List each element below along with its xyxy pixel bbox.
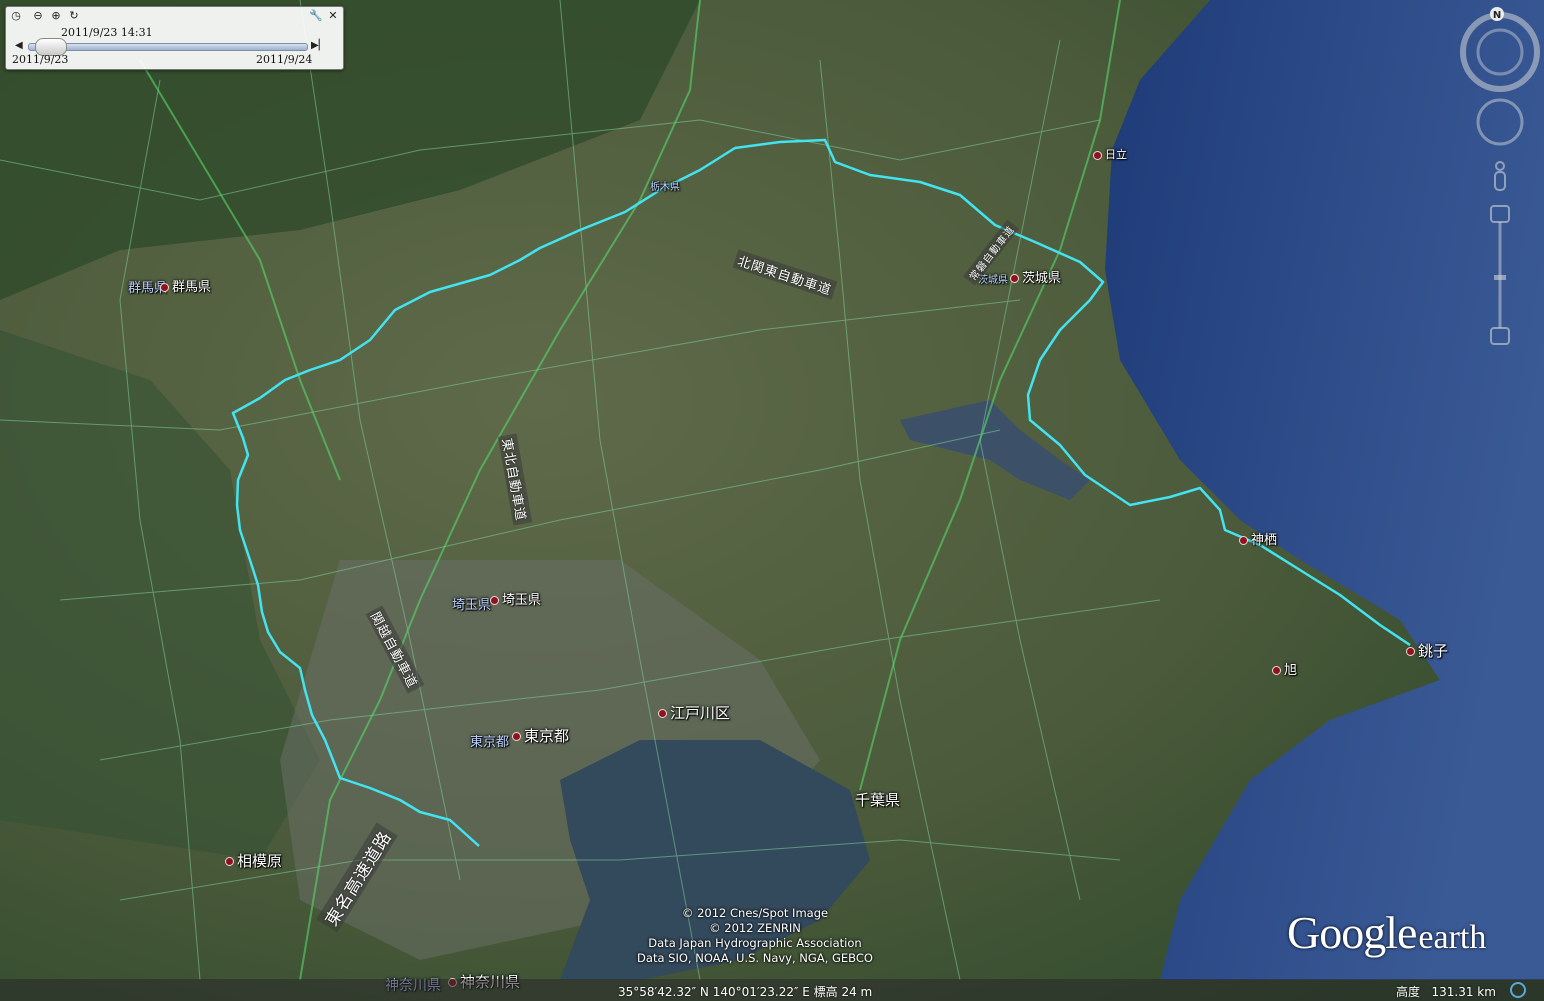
place-marker-icon <box>160 283 169 292</box>
sagamihara-label-text: 相模原 <box>237 852 283 870</box>
step-forward-icon[interactable]: ▶▏ <box>311 40 326 51</box>
clock-icon[interactable]: ◷ <box>10 10 22 22</box>
look-joystick[interactable] <box>1476 98 1524 146</box>
place-marker-icon <box>1406 647 1415 656</box>
navigation-controls[interactable]: N <box>1454 0 1544 360</box>
wrench-icon[interactable]: 🔧 <box>309 10 323 22</box>
place-marker-icon <box>512 732 521 741</box>
logo-earth-text: earth <box>1418 919 1487 956</box>
close-icon[interactable]: ✕ <box>327 10 339 22</box>
compass-north: N <box>1493 10 1501 21</box>
asahi-label[interactable]: 旭 <box>1272 659 1297 678</box>
tochigi-label: 栃木県 <box>650 182 680 193</box>
edogawa-label-text: 江戸川区 <box>670 704 731 722</box>
altitude-label: 高度 <box>1396 985 1421 999</box>
streaming-indicator-icon <box>1510 982 1526 998</box>
hitachi-label[interactable]: 日立 <box>1093 146 1127 162</box>
zoom-slider[interactable] <box>1490 205 1510 345</box>
gunma-label-text: 群馬県 <box>172 280 212 295</box>
logo-google-text: Google <box>1287 907 1417 958</box>
ibaraki-label-text: 茨城県 <box>1022 271 1062 286</box>
chiba-label: 千葉県 <box>855 791 901 809</box>
hitachi-label-text: 日立 <box>1105 148 1127 161</box>
kamisu-label[interactable]: 神栖 <box>1239 529 1277 548</box>
choshi-label-text: 銚子 <box>1418 642 1449 660</box>
credit-line: © 2012 Cnes/Spot Image <box>681 906 829 920</box>
coordinates-readout: 35°58′42.32″ N 140°01′23.22″ E 標高 24 m <box>618 985 873 999</box>
place-marker-icon <box>1093 150 1102 160</box>
saitama-label-text: 埼玉県 <box>502 593 542 608</box>
place-marker-icon <box>1272 666 1281 675</box>
altitude-readout: 高度 131.31 km <box>1396 983 1496 1000</box>
place-marker-icon <box>1010 274 1019 283</box>
google-earth-logo: Googleearth <box>1287 906 1486 959</box>
start-date-label: 2011/9/23 <box>12 53 69 66</box>
map-credits: © 2012 Cnes/Spot Image © 2012 ZENRIN Dat… <box>630 906 880 966</box>
credit-line: Data Japan Hydrographic Association <box>648 936 862 950</box>
gunma-label[interactable]: 群馬県 <box>160 276 211 295</box>
place-marker-icon <box>490 596 499 605</box>
time-slider-track[interactable] <box>28 43 308 51</box>
saitama-label[interactable]: 埼玉県 <box>490 589 541 608</box>
tokyo-label-blue: 東京都 <box>470 735 510 750</box>
refresh-icon[interactable]: ↻ <box>68 10 80 22</box>
tokyo-label-text: 東京都 <box>524 727 570 745</box>
credit-line: © 2012 ZENRIN <box>709 921 801 935</box>
credit-line: Data SIO, NOAA, U.S. Navy, NGA, GEBCO <box>637 951 873 965</box>
edogawa-label[interactable]: 江戸川区 <box>658 702 730 723</box>
place-marker-icon <box>225 857 234 866</box>
ibaraki-label[interactable]: 茨城県 <box>1010 267 1061 286</box>
end-date-label: 2011/9/24 <box>256 53 313 66</box>
compass-ring[interactable]: N <box>1460 7 1540 92</box>
place-marker-icon <box>658 709 667 718</box>
altitude-value: 131.31 km <box>1431 985 1496 999</box>
saitama-label-blue: 埼玉県 <box>452 598 492 613</box>
sagamihara-label[interactable]: 相模原 <box>225 850 282 871</box>
place-marker-icon <box>1239 536 1248 545</box>
tokyo-label[interactable]: 東京都 <box>512 725 569 746</box>
street-view-pegman-icon[interactable] <box>1494 161 1506 191</box>
step-back-icon[interactable]: ◀ <box>15 40 23 51</box>
kamisu-label-text: 神栖 <box>1251 533 1278 548</box>
time-slider-panel[interactable]: ◷ ⊖ ⊕ ↻ 🔧 ✕ 2011/9/23 14:31 ◀ ▶▏ 2011/9/… <box>5 6 344 70</box>
zoom-in-icon[interactable]: ⊕ <box>50 10 62 22</box>
zoom-out-icon[interactable]: ⊖ <box>32 10 44 22</box>
choshi-label[interactable]: 銚子 <box>1406 640 1448 661</box>
current-time-label: 2011/9/23 14:31 <box>61 26 153 39</box>
asahi-label-text: 旭 <box>1284 663 1298 678</box>
